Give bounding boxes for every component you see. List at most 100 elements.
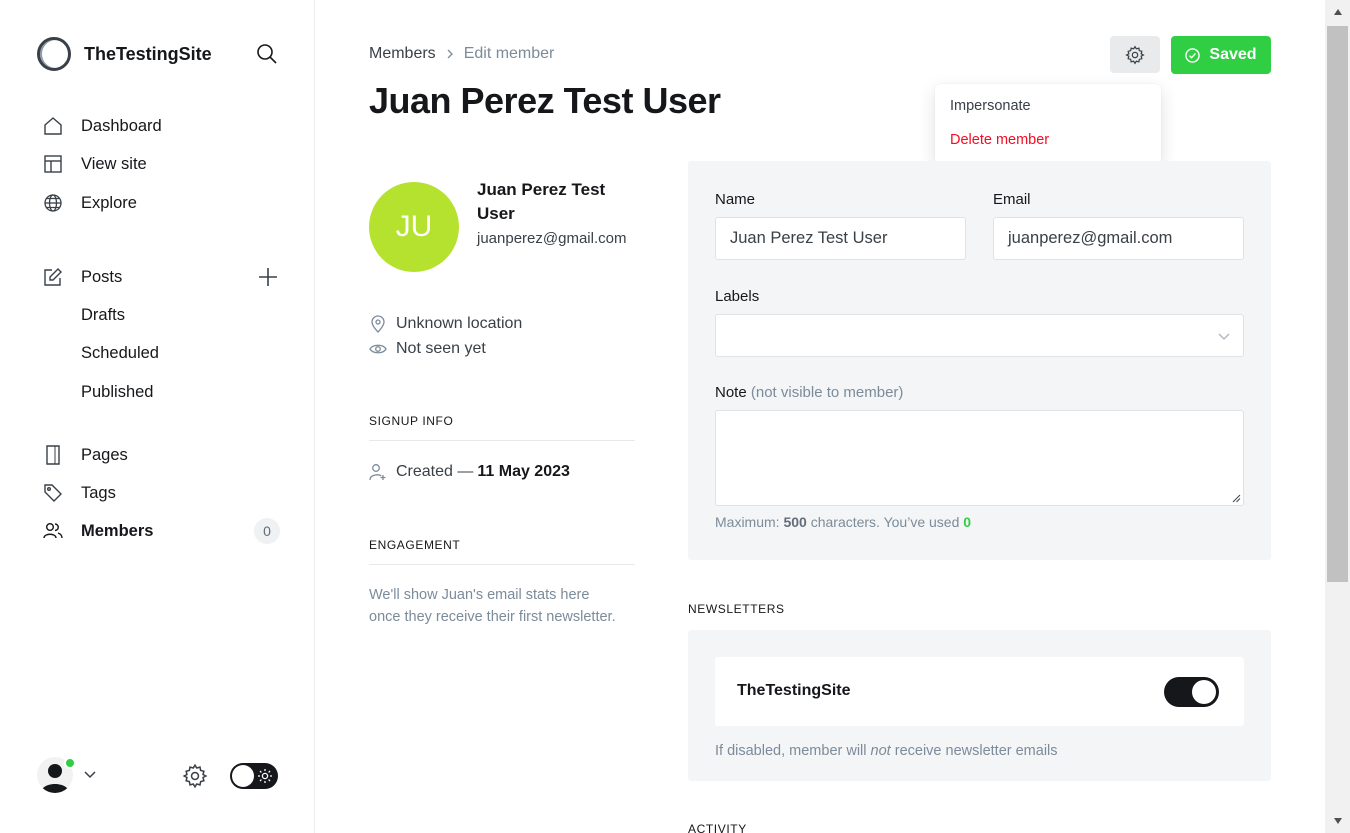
location-pin-icon — [369, 315, 387, 333]
home-icon — [42, 115, 64, 137]
theme-toggle-knob — [232, 765, 254, 787]
email-field[interactable]: juanperez@gmail.com — [993, 217, 1244, 260]
save-button-label: Saved — [1209, 46, 1257, 63]
nl-hint-b: receive newsletter emails — [894, 743, 1058, 759]
member-avatar: JU — [369, 182, 459, 272]
breadcrumb-members-link[interactable]: Members — [369, 45, 436, 63]
nav-dashboard[interactable]: Dashboard — [42, 114, 282, 138]
eye-icon — [369, 340, 387, 358]
nav-dashboard-label: Dashboard — [81, 116, 162, 135]
chevron-down-icon[interactable] — [82, 767, 98, 783]
breadcrumb: Members Edit member — [369, 45, 554, 63]
hint-max: 500 — [783, 514, 807, 530]
check-circle-icon — [1185, 47, 1201, 63]
created-info: Created — 11 May 2023 — [369, 463, 570, 481]
member-location-text: Unknown location — [396, 315, 523, 332]
gear-icon[interactable] — [182, 763, 208, 789]
globe-icon — [42, 192, 64, 214]
member-details-form: Name Juan Perez Test User Email juanpere… — [688, 161, 1271, 560]
page-title: Juan Perez Test User — [369, 80, 721, 121]
gear-icon — [1125, 44, 1145, 65]
nav-view-site-label: View site — [81, 154, 147, 173]
labels-select[interactable] — [715, 314, 1244, 357]
nav-explore[interactable]: Explore — [42, 191, 282, 215]
scrollbar-thumb[interactable] — [1327, 26, 1348, 582]
nl-hint-a: If disabled, member will — [715, 743, 867, 759]
member-last-seen-text: Not seen yet — [396, 340, 486, 357]
nav-scheduled[interactable]: Scheduled — [42, 341, 282, 365]
site-brand[interactable]: TheTestingSite — [37, 37, 212, 71]
member-name: Juan Perez Test User — [477, 180, 606, 223]
nav-drafts-label: Drafts — [81, 305, 126, 324]
nav-posts[interactable]: Posts — [42, 265, 282, 289]
nav-view-site[interactable]: View site — [42, 152, 282, 176]
chevron-right-icon — [444, 48, 456, 60]
nav-posts-label: Posts — [81, 267, 123, 286]
hint-prefix: Maximum: — [715, 514, 780, 530]
name-label: Name — [715, 191, 756, 208]
newsletter-subscription-toggle[interactable] — [1164, 677, 1219, 707]
note-label: Note (not visible to member) — [715, 384, 903, 401]
delete-member-menu-item[interactable]: Delete member — [950, 132, 1049, 148]
newsletters-heading: NEWSLETTERS — [688, 602, 785, 616]
activity-heading: ACTIVITY — [688, 822, 747, 833]
user-add-icon — [369, 463, 387, 481]
page-icon — [42, 444, 64, 466]
labels-label: Labels — [715, 288, 760, 305]
created-prefix: Created — — [396, 463, 474, 480]
members-count-badge: 0 — [254, 518, 280, 544]
newsletters-panel: TheTestingSite If disabled, member will … — [688, 630, 1271, 781]
member-actions-button[interactable] — [1110, 36, 1160, 73]
note-label-muted: (not visible to member) — [750, 384, 904, 401]
breadcrumb-current: Edit member — [463, 45, 555, 62]
nl-hint-not: not — [870, 743, 891, 759]
created-date: 11 May 2023 — [477, 463, 570, 480]
chevron-down-icon — [1217, 329, 1231, 343]
nav-drafts[interactable]: Drafts — [42, 303, 282, 327]
edit-icon — [42, 266, 64, 288]
save-button[interactable]: Saved — [1171, 36, 1271, 74]
online-status-dot — [64, 757, 76, 769]
tag-icon — [42, 482, 64, 504]
nav-scheduled-label: Scheduled — [81, 343, 159, 362]
engagement-heading: ENGAGEMENT — [369, 538, 635, 565]
sidebar: TheTestingSite Dashboard View site Explo… — [0, 0, 315, 833]
newsletter-name: TheTestingSite — [737, 682, 851, 699]
member-actions-menu: Impersonate Delete member — [935, 84, 1161, 165]
name-field[interactable]: Juan Perez Test User — [715, 217, 966, 260]
nav-pages-label: Pages — [81, 445, 128, 464]
nav-tags[interactable]: Tags — [42, 481, 282, 505]
scroll-up-arrow-icon[interactable] — [1325, 0, 1350, 24]
nav-members[interactable]: Members 0 — [42, 518, 282, 544]
member-last-seen: Not seen yet — [369, 340, 486, 358]
nav-members-label: Members — [81, 521, 154, 540]
nav-tags-label: Tags — [81, 483, 116, 502]
sun-icon — [257, 768, 273, 784]
search-icon[interactable] — [255, 42, 279, 66]
theme-toggle[interactable] — [230, 763, 278, 789]
resize-handle-icon[interactable] — [1231, 493, 1241, 503]
toggle-knob — [1192, 680, 1216, 704]
new-post-plus-icon[interactable] — [256, 265, 280, 289]
site-logo — [37, 37, 71, 71]
email-label: Email — [993, 191, 1031, 208]
signup-info-heading: SIGNUP INFO — [369, 414, 635, 441]
newsletter-item: TheTestingSite — [715, 657, 1244, 726]
newsletter-hint: If disabled, member will not receive new… — [715, 743, 1058, 759]
page-scrollbar[interactable] — [1325, 0, 1350, 833]
scroll-down-arrow-icon[interactable] — [1325, 809, 1350, 833]
layout-icon — [42, 153, 64, 175]
nav-published-label: Published — [81, 382, 154, 401]
nav-published[interactable]: Published — [42, 380, 282, 404]
impersonate-menu-item[interactable]: Impersonate — [950, 98, 1031, 114]
nav-explore-label: Explore — [81, 193, 137, 212]
nav-pages[interactable]: Pages — [42, 443, 282, 467]
hint-mid: characters. You’ve used — [810, 514, 960, 530]
member-email: juanperez@gmail.com — [477, 230, 627, 247]
member-location: Unknown location — [369, 315, 522, 333]
hint-used: 0 — [963, 514, 972, 530]
main-content: Members Edit member Juan Perez Test User… — [315, 0, 1325, 833]
site-name: TheTestingSite — [84, 43, 212, 64]
users-icon — [42, 520, 64, 542]
note-textarea[interactable] — [715, 410, 1244, 506]
